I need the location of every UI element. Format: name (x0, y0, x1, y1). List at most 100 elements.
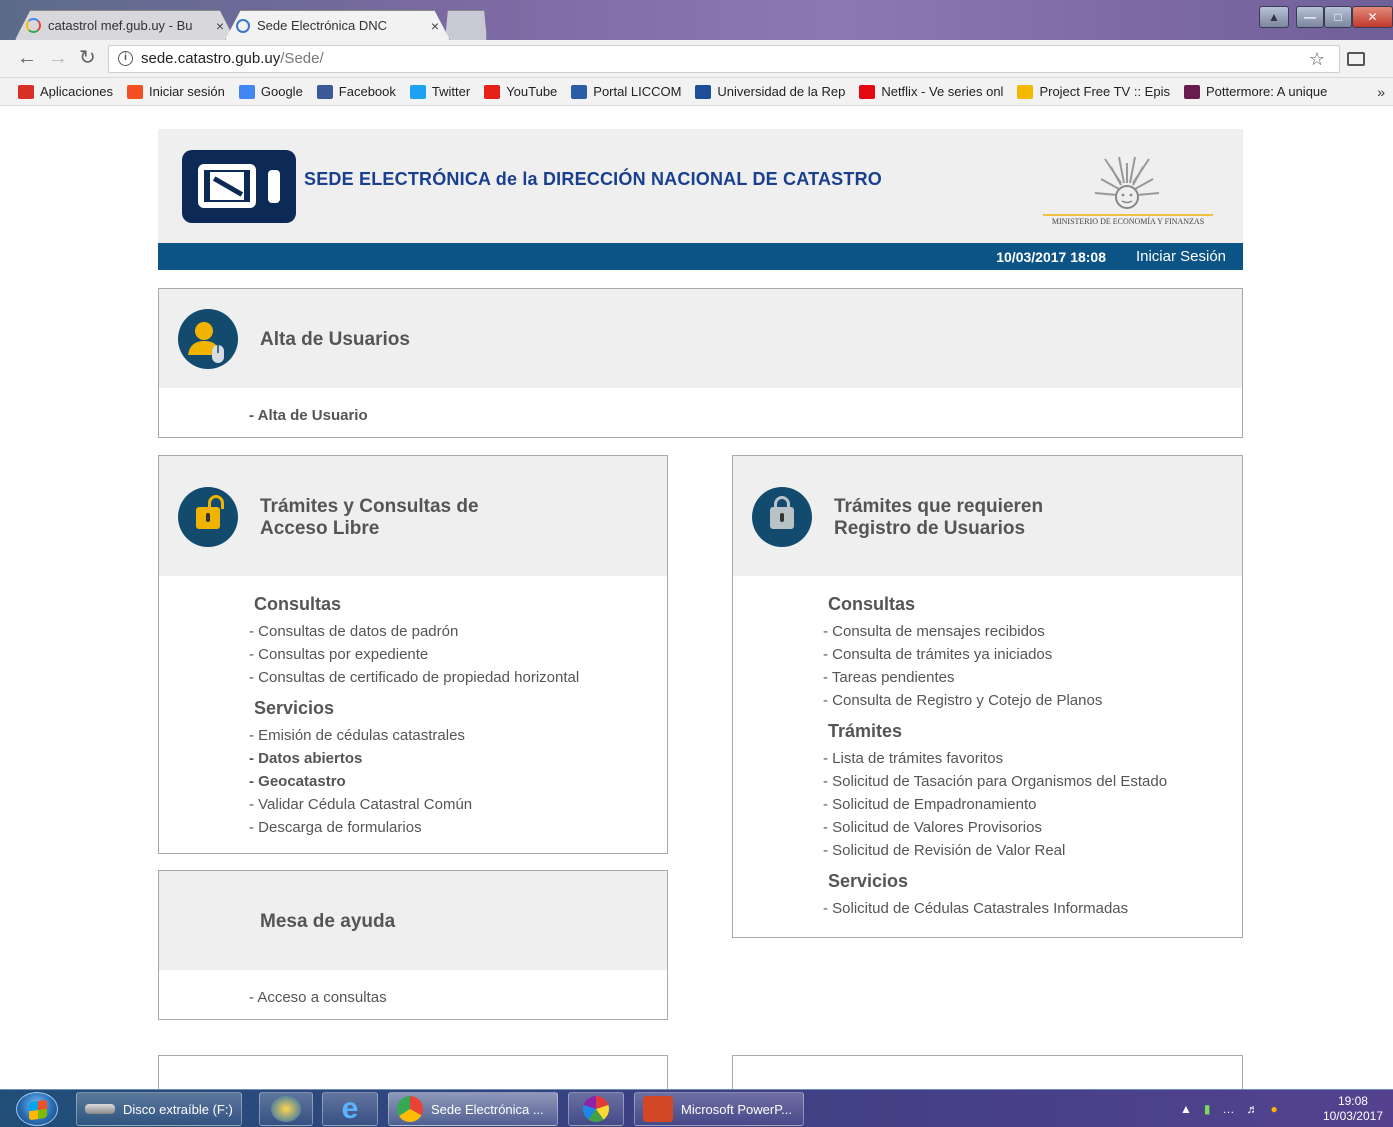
minimize-button[interactable]: — (1296, 6, 1324, 28)
panel-title-line2: Registro de Usuarios (834, 518, 1026, 539)
bookmark-label: Universidad de la Rep (717, 84, 846, 99)
user-add-icon (178, 309, 238, 369)
section-link[interactable]: - Emisión de cédulas catastrales (249, 724, 579, 747)
panel-acceso-libre: Trámites y Consultas de Acceso Libre Con… (158, 455, 668, 854)
bookmark-item[interactable]: Netflix - Ve series onl (859, 84, 1003, 99)
clock[interactable]: 19:08 10/03/2017 (1323, 1094, 1383, 1124)
section-link[interactable]: - Consultas de datos de padrón (249, 620, 579, 643)
panel-alta-usuarios: Alta de Usuarios - Alta de Usuario (158, 288, 1243, 438)
bookmark-item[interactable]: YouTube (484, 84, 557, 99)
link-alta-usuario[interactable]: - Alta de Usuario (249, 404, 368, 427)
taskbar-item-label: Microsoft PowerP... (681, 1101, 793, 1117)
section-link[interactable]: - Solicitud de Cédulas Catastrales Infor… (823, 897, 1167, 920)
bookmarks-overflow-button[interactable]: » (1377, 84, 1385, 100)
bookmark-item[interactable]: Aplicaciones (18, 84, 113, 99)
taskbar-item-usb-drive[interactable]: Disco extraíble (F:) (76, 1092, 242, 1126)
sun-emblem-icon (1094, 156, 1160, 209)
bookmark-label: Project Free TV :: Epis (1039, 84, 1170, 99)
freetv-icon (1017, 84, 1034, 99)
section-link[interactable]: - Consulta de trámites ya iniciados (823, 643, 1167, 666)
bookmark-item[interactable]: Project Free TV :: Epis (1017, 84, 1170, 99)
bookmark-label: Facebook (338, 84, 396, 99)
section-heading: Trámites (828, 721, 903, 741)
section-heading: Consultas (254, 594, 342, 614)
section-heading: Servicios (254, 698, 335, 718)
panel-title: Mesa de ayuda (260, 911, 396, 932)
netflix-icon (859, 84, 876, 99)
bookmark-star-icon[interactable]: ☆ (1309, 46, 1325, 72)
start-button[interactable] (16, 1092, 58, 1126)
section-link[interactable]: - Solicitud de Tasación para Organismos … (823, 770, 1167, 793)
tray-expand-icon[interactable]: ▲ (1180, 1102, 1192, 1116)
signal-icon[interactable]: … (1223, 1102, 1235, 1116)
section-link[interactable]: - Solicitud de Empadronamiento (823, 793, 1167, 816)
panel-title: Trámites que requieren Registro de Usuar… (834, 496, 1043, 540)
update-icon[interactable]: ● (1271, 1102, 1278, 1116)
facebook-icon (316, 84, 333, 99)
section-link[interactable]: - Descarga de formularios (249, 816, 579, 839)
bookmark-label: Twitter (431, 84, 471, 99)
autocad-icon (271, 1096, 301, 1122)
panel-links: Consultas - Consulta de mensajes recibido… (823, 593, 1167, 920)
locked-padlock-icon (752, 487, 812, 547)
taskbar-item-powerpoint[interactable]: Microsoft PowerP... (634, 1092, 804, 1126)
section-link[interactable]: - Consulta de Registro y Cotejo de Plano… (823, 689, 1167, 712)
taskbar-item-chrome[interactable]: Sede Electrónica ... (388, 1092, 558, 1126)
section-link[interactable]: - Datos abiertos (249, 747, 579, 770)
taskbar-item-internet-explorer[interactable]: e (322, 1092, 378, 1126)
forward-arrow-icon[interactable]: → (48, 48, 68, 68)
bookmark-label: YouTube (506, 84, 558, 99)
cast-icon[interactable] (1347, 52, 1365, 66)
tab-close-icon[interactable]: × (216, 18, 224, 34)
panel-title-line1: Trámites y Consultas de (260, 496, 479, 517)
site-favicon-icon (236, 18, 250, 33)
section-link[interactable]: - Tareas pendientes (823, 666, 1167, 689)
section-link[interactable]: - Geocatastro (249, 770, 579, 793)
bookmark-item[interactable]: Facebook (316, 84, 396, 99)
apps-grid-icon (18, 84, 34, 99)
section-link[interactable]: - Consultas de certificado de propiedad … (249, 666, 579, 689)
section-link[interactable]: - Lista de trámites favoritos (823, 747, 1167, 770)
network-status-icon[interactable]: ▮ (1204, 1102, 1211, 1116)
section-link[interactable]: - Validar Cédula Catastral Común (249, 793, 579, 816)
taskbar-item-label: Disco extraíble (F:) (123, 1101, 233, 1117)
bookmark-item[interactable]: Pottermore: A unique (1183, 84, 1328, 99)
bookmark-item[interactable]: Twitter (409, 84, 471, 99)
section-link[interactable]: - Consultas por expediente (249, 643, 579, 666)
tab-close-icon[interactable]: × (431, 18, 439, 34)
section-link[interactable]: - Solicitud de Revisión de Valor Real (823, 839, 1167, 862)
login-link[interactable]: Iniciar Sesión (1136, 248, 1226, 265)
dnc-logo[interactable] (182, 150, 296, 223)
section-heading: Consultas (828, 594, 916, 614)
maximize-button[interactable]: □ (1324, 6, 1352, 28)
address-bar[interactable]: i sede.catastro.gub.uy/Sede/ ☆ (108, 45, 1340, 73)
ministry-logo: MINISTERIO DE ECONOMÍA Y FINANZAS (1043, 151, 1213, 231)
bookmark-label: Pottermore: A unique (1205, 84, 1328, 99)
taskbar-item-autocad[interactable] (259, 1092, 313, 1126)
bookmark-item[interactable]: Portal LICCOM (571, 84, 681, 99)
clock-date: 10/03/2017 (1322, 1109, 1383, 1123)
liccom-icon (571, 84, 588, 99)
taskbar-item-picasa[interactable] (568, 1092, 624, 1126)
tab-title: catastrol mef.gub.uy - Bu (48, 18, 193, 33)
section-link[interactable]: - Consulta de mensajes recibidos (823, 620, 1167, 643)
user-profile-button[interactable]: ▲ (1259, 6, 1289, 28)
bookmark-item[interactable]: Universidad de la Rep (695, 84, 845, 99)
section-link[interactable]: - Solicitud de Valores Provisorios (823, 816, 1167, 839)
browser-toolbar: ← → ↻ i sede.catastro.gub.uy/Sede/ ☆ ⋮ (0, 40, 1393, 78)
volume-icon[interactable]: ♬ (1247, 1102, 1259, 1116)
twitter-icon (409, 84, 426, 99)
reload-icon[interactable]: ↻ (79, 48, 96, 68)
info-icon[interactable]: i (118, 51, 133, 66)
google-icon (238, 84, 255, 99)
back-arrow-icon[interactable]: ← (17, 48, 37, 68)
bookmark-item[interactable]: Iniciar sesión (127, 84, 225, 99)
bookmark-item[interactable]: Google (238, 84, 303, 99)
link-acceso-consultas[interactable]: - Acceso a consultas (249, 986, 387, 1009)
bookmark-label: Aplicaciones (40, 84, 113, 99)
close-window-button[interactable]: ✕ (1352, 6, 1393, 28)
new-tab-button[interactable] (445, 10, 487, 40)
tab-sede-electronica[interactable]: Sede Electrónica DNC × (225, 10, 450, 40)
tab-catastrol[interactable]: catastrol mef.gub.uy - Bu × (15, 10, 235, 40)
menu-dots-icon[interactable]: ⋮ (1386, 50, 1393, 68)
